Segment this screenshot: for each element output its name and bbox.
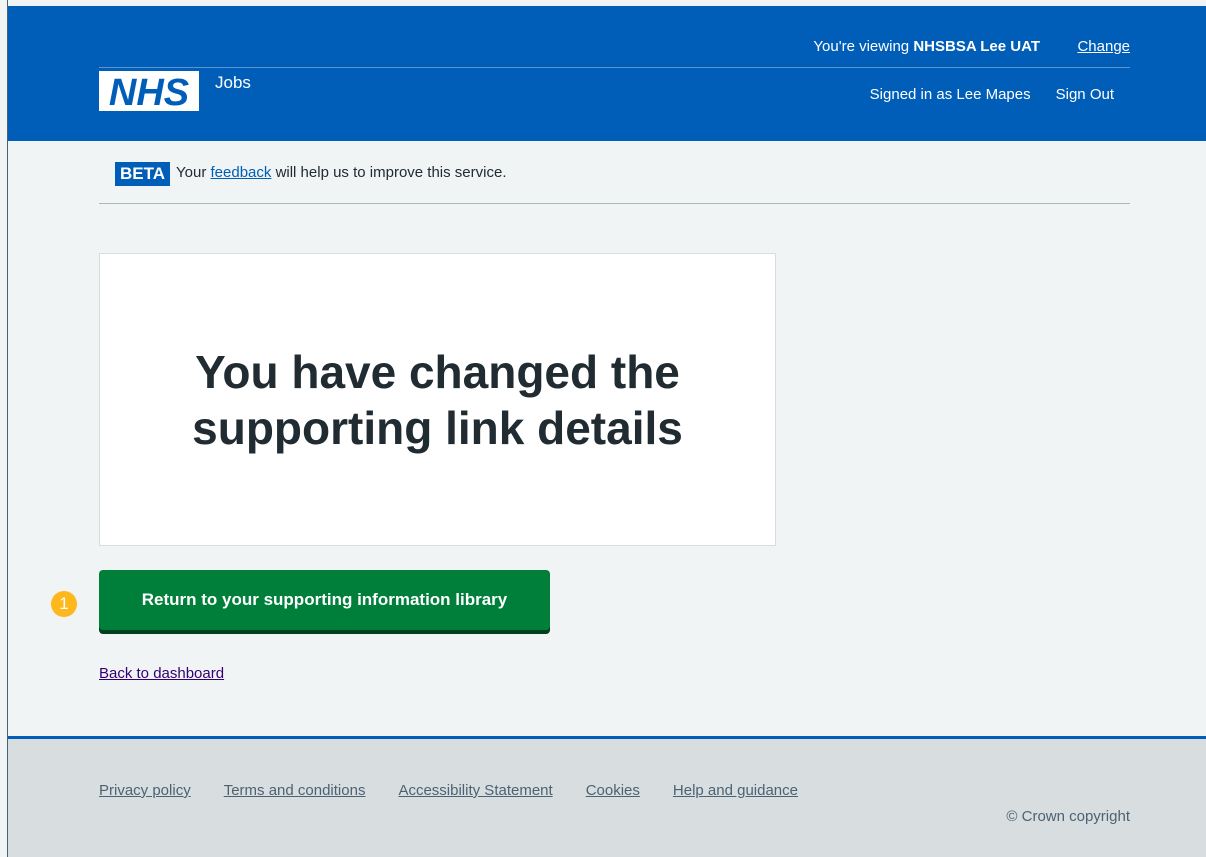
service-name: Jobs	[215, 73, 251, 92]
feedback-link[interactable]: feedback	[211, 164, 272, 181]
back-to-dashboard-link[interactable]: Back to dashboard	[99, 665, 224, 682]
confirmation-panel: You have changed the supporting link det…	[99, 253, 776, 546]
site-footer: Privacy policy Terms and conditions Acce…	[8, 736, 1206, 857]
change-organisation-link[interactable]: Change	[1077, 38, 1130, 55]
cookies-link[interactable]: Cookies	[586, 782, 640, 799]
site-header: You're viewing NHSBSA Lee UAT Change NHS…	[8, 6, 1206, 141]
nhs-logo-icon: NHS	[109, 72, 189, 110]
organisation-name: NHSBSA Lee UAT	[913, 38, 1040, 55]
privacy-policy-link[interactable]: Privacy policy	[99, 782, 191, 799]
nhs-logo[interactable]: NHS	[99, 71, 199, 111]
confirmation-title: You have changed the supporting link det…	[192, 345, 683, 454]
sign-out-link[interactable]: Sign Out	[1056, 86, 1114, 103]
viewing-organisation: You're viewing NHSBSA Lee UAT	[813, 38, 1040, 55]
logo-row: NHS Jobs	[99, 71, 251, 111]
copyright: © Crown copyright	[1006, 808, 1130, 825]
beta-banner: BETA Your feedback will help us to impro…	[99, 158, 1130, 204]
svg-text:NHS: NHS	[109, 72, 189, 110]
footer-links: Privacy policy Terms and conditions Acce…	[99, 782, 798, 799]
step-marker: 1	[51, 591, 77, 617]
account-nav: Signed in as Lee Mapes Sign Out	[870, 86, 1114, 103]
accessibility-statement-link[interactable]: Accessibility Statement	[398, 782, 552, 799]
help-guidance-link[interactable]: Help and guidance	[673, 782, 798, 799]
header-account-bar: You're viewing NHSBSA Lee UAT Change	[99, 6, 1130, 68]
signed-in-user[interactable]: Signed in as Lee Mapes	[870, 86, 1031, 103]
return-to-library-button[interactable]: Return to your supporting information li…	[99, 570, 550, 630]
beta-message: Your feedback will help us to improve th…	[176, 164, 507, 181]
terms-link[interactable]: Terms and conditions	[224, 782, 366, 799]
beta-tag: BETA	[115, 162, 171, 186]
